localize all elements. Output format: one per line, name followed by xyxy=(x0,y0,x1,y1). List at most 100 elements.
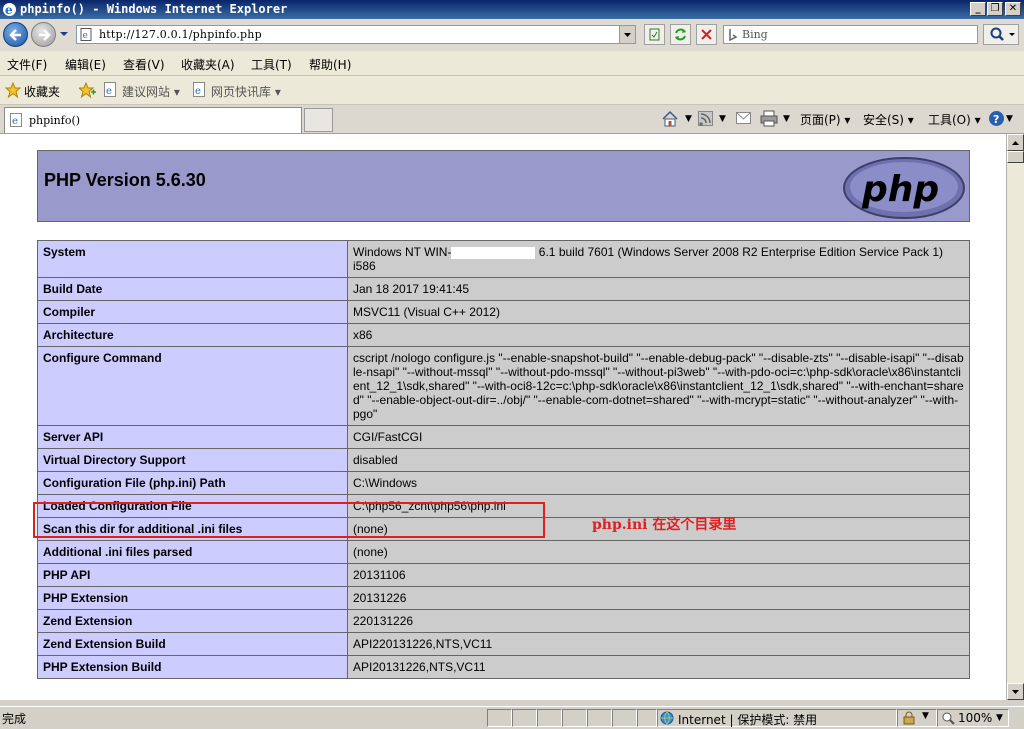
menu-help[interactable]: 帮助(H) xyxy=(309,56,351,73)
menu-tools[interactable]: 工具(T) xyxy=(251,56,292,73)
lock-settings-icon xyxy=(903,711,915,725)
back-button[interactable] xyxy=(3,22,28,47)
new-tab-button[interactable] xyxy=(304,108,333,132)
globe-icon xyxy=(660,711,674,725)
favorites-star-icon xyxy=(5,82,21,98)
mail-icon[interactable] xyxy=(736,112,752,125)
row-key: PHP API xyxy=(37,563,348,587)
suggested-sites-icon: e xyxy=(104,82,116,97)
svg-text:e: e xyxy=(195,86,201,97)
web-slice-gallery-link[interactable]: 网页快讯库 ▾ xyxy=(211,83,281,100)
chevron-down-icon xyxy=(624,33,631,37)
scroll-thumb[interactable] xyxy=(1007,151,1024,163)
compatibility-view-button[interactable] xyxy=(644,24,665,45)
security-zone[interactable]: Internet | 保护模式: 禁用 xyxy=(657,709,897,727)
scroll-down-button[interactable] xyxy=(1007,683,1024,700)
page-icon: e xyxy=(80,28,92,41)
svg-text:e: e xyxy=(106,86,112,97)
chevron-down-icon: ▼ xyxy=(922,711,929,721)
menu-view[interactable]: 查看(V) xyxy=(123,56,165,73)
tab-phpinfo[interactable]: e phpinfo() xyxy=(4,107,302,133)
search-button[interactable] xyxy=(983,24,1019,45)
security-zone-text: Internet | 保护模式: 禁用 xyxy=(678,713,818,727)
menu-edit[interactable]: 编辑(E) xyxy=(65,56,106,73)
tab-label: phpinfo() xyxy=(29,114,81,127)
php-version-title: PHP Version 5.6.30 xyxy=(44,170,206,190)
maximize-button[interactable]: ❐ xyxy=(987,2,1003,16)
url-text: http://127.0.0.1/phpinfo.php xyxy=(99,28,262,41)
table-row: Zend Extension Build API220131226,NTS,VC1… xyxy=(37,632,970,656)
highlight-box xyxy=(33,502,545,538)
favorites-button[interactable]: 收藏夹 xyxy=(24,83,60,100)
scroll-up-icon xyxy=(1012,141,1019,145)
scroll-up-button[interactable] xyxy=(1007,134,1024,151)
menu-file[interactable]: 文件(F) xyxy=(7,56,47,73)
safety-menu[interactable]: 安全(S) ▾ xyxy=(863,111,914,128)
add-favorite-icon[interactable] xyxy=(79,82,97,98)
status-cell xyxy=(637,709,657,727)
favorites-bar: 收藏夹 e 建议网站 ▾ e 网页快讯库 ▾ xyxy=(0,76,1024,105)
tools-menu[interactable]: 工具(O) ▾ xyxy=(928,111,981,128)
protected-mode-button[interactable]: ▼ xyxy=(897,709,937,727)
refresh-button[interactable] xyxy=(670,24,691,45)
close-button[interactable]: ✕ xyxy=(1005,2,1021,16)
row-key: Additional .ini files parsed xyxy=(37,540,348,564)
url-dropdown-button[interactable] xyxy=(619,26,635,43)
ie-icon: e xyxy=(3,3,16,17)
row-key: Virtual Directory Support xyxy=(37,448,348,472)
stop-button[interactable] xyxy=(696,24,717,45)
zoom-control[interactable]: 100% ▼ xyxy=(937,709,1009,727)
vertical-scrollbar[interactable] xyxy=(1006,134,1024,700)
search-input[interactable]: Bing xyxy=(723,25,978,44)
svg-text:?: ? xyxy=(993,113,999,126)
row-key: Configuration File (php.ini) Path xyxy=(37,471,348,495)
table-row: Configure Command cscript /nologo configu… xyxy=(37,346,970,426)
menu-favorites[interactable]: 收藏夹(A) xyxy=(181,56,235,73)
feeds-dropdown-icon[interactable]: ▼ xyxy=(719,114,726,124)
system-value-part1: Windows NT WIN- xyxy=(353,245,452,259)
address-bar: e http://127.0.0.1/phpinfo.php Bing xyxy=(0,19,1024,51)
status-cell xyxy=(562,709,587,727)
svg-text:e: e xyxy=(5,3,13,17)
back-arrow-icon xyxy=(9,29,21,41)
tab-page-icon: e xyxy=(10,113,22,127)
table-row: PHP Extension 20131226 xyxy=(37,586,970,610)
status-bar: 完成 Internet | 保护模式: 禁用 ▼ 100% ▼ xyxy=(0,706,1024,729)
row-key: Zend Extension Build xyxy=(37,632,348,656)
print-dropdown-icon[interactable]: ▼ xyxy=(783,114,790,124)
row-value: (none) xyxy=(347,540,970,564)
table-row: System Windows NT WIN- 6.1 build 7601 (W… xyxy=(37,240,970,278)
php-logo: php xyxy=(843,157,965,219)
print-icon[interactable] xyxy=(760,110,778,127)
search-icon xyxy=(990,27,1015,41)
status-cell xyxy=(587,709,612,727)
home-icon[interactable] xyxy=(661,110,679,127)
row-value: API20131226,NTS,VC11 xyxy=(347,655,970,679)
zoom-icon xyxy=(942,712,955,725)
forward-button[interactable] xyxy=(31,22,56,47)
url-field[interactable]: e http://127.0.0.1/phpinfo.php xyxy=(76,25,636,44)
history-dropdown-icon[interactable] xyxy=(59,29,69,39)
row-value: CGI/FastCGI xyxy=(347,425,970,449)
row-value: 220131226 xyxy=(347,609,970,633)
row-value: Jan 18 2017 19:41:45 xyxy=(347,277,970,301)
php-info-table: System Windows NT WIN- 6.1 build 7601 (W… xyxy=(37,240,970,679)
page-menu[interactable]: 页面(P) ▾ xyxy=(800,111,850,128)
help-icon[interactable]: ? xyxy=(988,110,1005,127)
suggested-sites-link[interactable]: 建议网站 ▾ xyxy=(122,83,180,100)
status-text: 完成 xyxy=(2,712,27,726)
svg-text:e: e xyxy=(83,31,88,41)
compatibility-icon xyxy=(649,28,660,41)
page-content: PHP Version 5.6.30 php System Windows NT… xyxy=(0,134,1006,700)
menu-bar: 文件(F) 编辑(E) 查看(V) 收藏夹(A) 工具(T) 帮助(H) xyxy=(0,51,1024,76)
table-row: Zend Extension 220131226 xyxy=(37,609,970,633)
row-key: Build Date xyxy=(37,277,348,301)
tab-row: e phpinfo() ▼ ▼ ▼ 页面(P) ▾ 安全(S) ▾ 工具(O) … xyxy=(0,105,1024,134)
home-dropdown-icon[interactable]: ▼ xyxy=(685,114,692,124)
feeds-icon[interactable] xyxy=(698,111,714,127)
status-cell xyxy=(537,709,562,727)
minimize-button[interactable]: _ xyxy=(970,2,986,16)
table-row: PHP Extension Build API20131226,NTS,VC11 xyxy=(37,655,970,679)
help-dropdown-icon[interactable]: ▼ xyxy=(1006,114,1013,124)
table-row: Architecture x86 xyxy=(37,323,970,347)
